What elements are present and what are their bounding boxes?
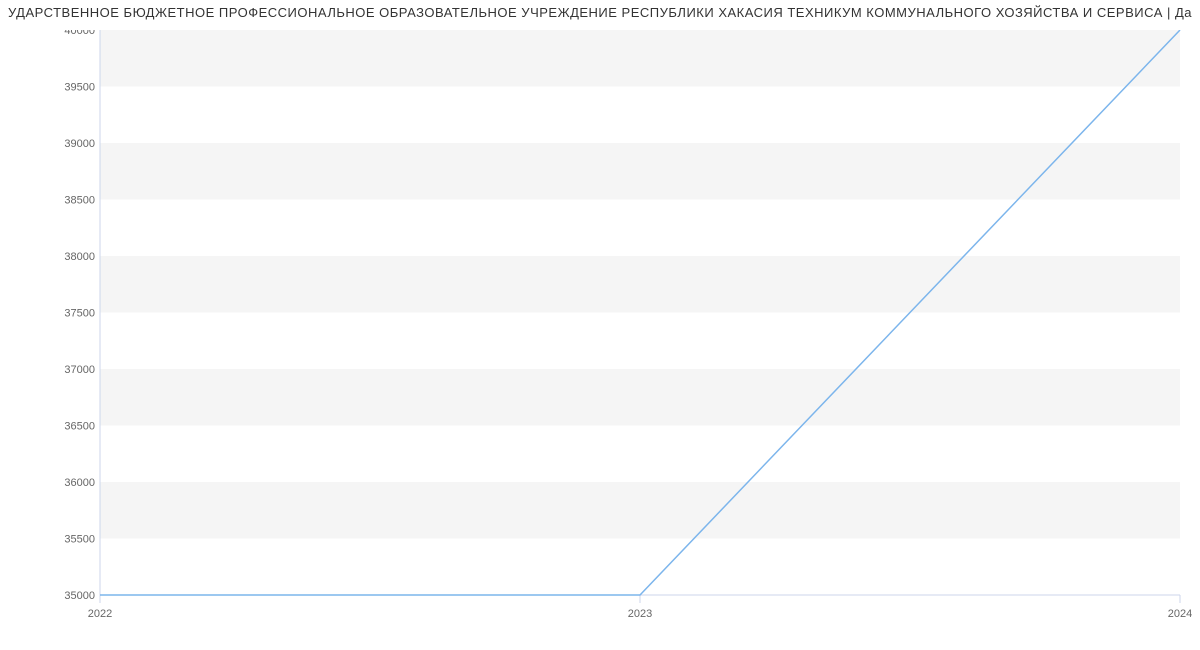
y-tick-label: 40000 <box>64 30 95 37</box>
y-tick-label: 39500 <box>64 82 95 94</box>
chart-title: УДАРСТВЕННОЕ БЮДЖЕТНОЕ ПРОФЕССИОНАЛЬНОЕ … <box>0 0 1200 20</box>
chart-container: УДАРСТВЕННОЕ БЮДЖЕТНОЕ ПРОФЕССИОНАЛЬНОЕ … <box>0 0 1200 650</box>
grid-bands <box>100 30 1180 539</box>
plot-area: 35000 35500 36000 36500 37000 37500 3800… <box>60 30 1180 610</box>
y-tick-label: 36500 <box>64 421 95 433</box>
y-tick-label: 36000 <box>64 477 95 489</box>
y-tick-label: 38000 <box>64 251 95 263</box>
x-tick-labels: 2022 2023 2024 <box>88 608 1192 620</box>
y-tick-label: 35000 <box>64 590 95 602</box>
y-tick-label: 37500 <box>64 308 95 320</box>
y-tick-label: 39000 <box>64 138 95 150</box>
chart-svg: 35000 35500 36000 36500 37000 37500 3800… <box>60 30 1200 640</box>
y-tick-labels: 35000 35500 36000 36500 37000 37500 3800… <box>64 30 95 602</box>
y-tick-label: 35500 <box>64 534 95 546</box>
y-tick-label: 37000 <box>64 364 95 376</box>
y-tick-label: 38500 <box>64 195 95 207</box>
x-tick-label: 2023 <box>628 608 652 620</box>
x-tick-label: 2022 <box>88 608 112 620</box>
x-ticks <box>100 595 1180 603</box>
x-tick-label: 2024 <box>1168 608 1192 620</box>
